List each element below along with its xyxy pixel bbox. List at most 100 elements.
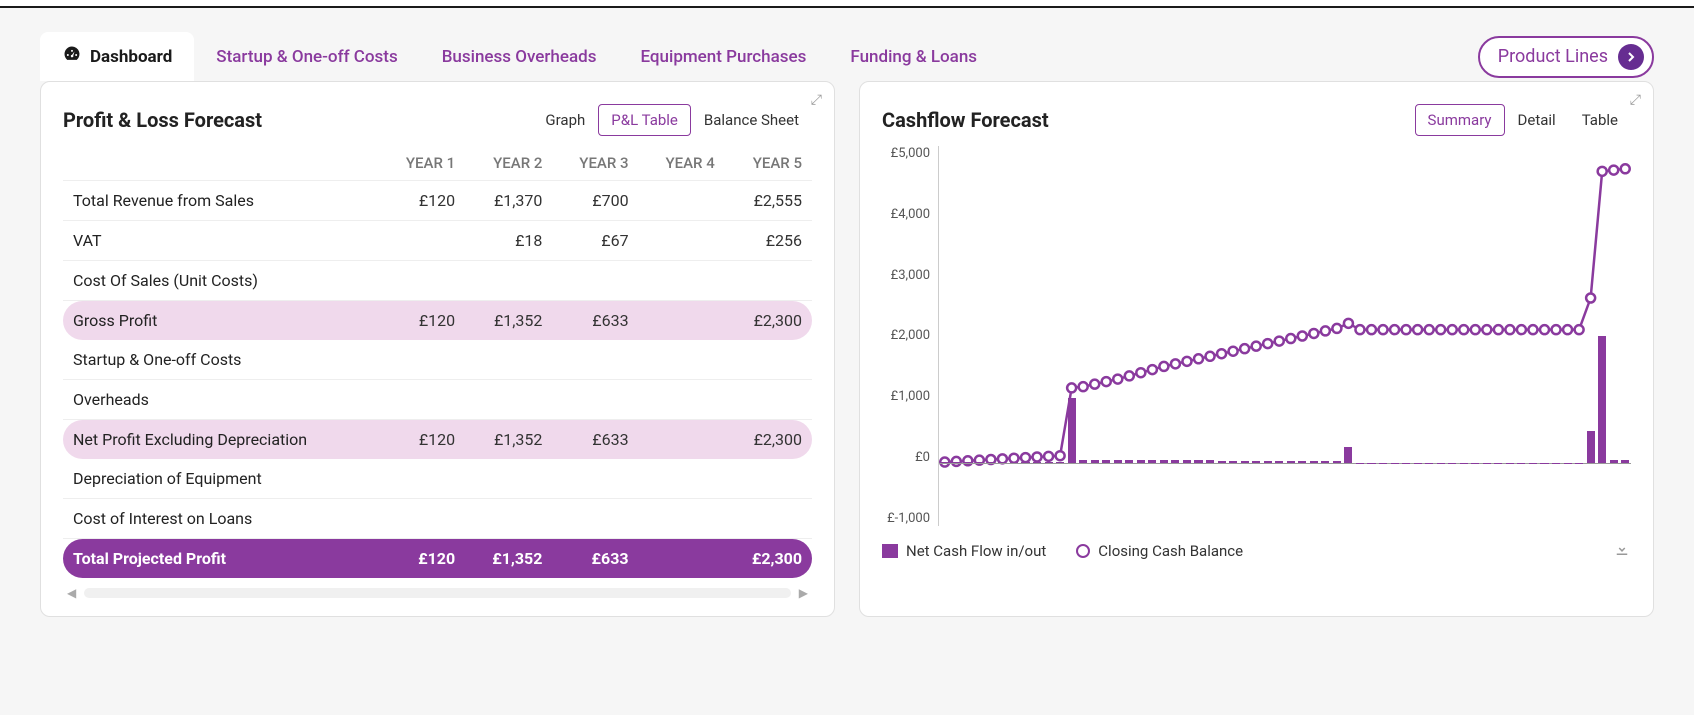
line-marker <box>1171 359 1180 368</box>
cf-card: ⤢ Cashflow Forecast Summary Detail Table… <box>859 81 1654 617</box>
top-divider <box>0 0 1694 8</box>
line-marker <box>1033 452 1042 461</box>
pl-cell <box>639 340 725 380</box>
line-marker <box>1286 334 1295 343</box>
pl-cell: £1,352 <box>465 420 552 460</box>
pl-cell: £18 <box>465 221 552 261</box>
pl-row: VAT£18£67£256 <box>63 221 812 261</box>
pl-row-label: Cost Of Sales (Unit Costs) <box>63 261 379 301</box>
pl-cell: £2,300 <box>725 301 812 341</box>
bar <box>1264 461 1272 463</box>
bar <box>1091 460 1099 463</box>
expand-icon[interactable]: ⤢ <box>811 92 822 108</box>
bar <box>1252 461 1260 463</box>
pl-view-graph[interactable]: Graph <box>532 104 598 136</box>
line-marker <box>1275 337 1284 346</box>
cf-view-summary[interactable]: Summary <box>1415 104 1505 136</box>
bar <box>1287 461 1295 463</box>
tab-funding-label: Funding & Loans <box>850 47 977 67</box>
tab-startup[interactable]: Startup & One-off Costs <box>194 35 419 79</box>
pl-view-balance[interactable]: Balance Sheet <box>691 104 812 136</box>
product-lines-button[interactable]: Product Lines <box>1478 36 1654 78</box>
line-marker <box>1298 332 1307 341</box>
bar <box>1275 461 1283 463</box>
legend-closing[interactable]: Closing Cash Balance <box>1076 542 1243 560</box>
scroll-left-icon[interactable]: ◀ <box>67 586 76 600</box>
pl-cell <box>379 380 465 420</box>
bar <box>1529 463 1537 464</box>
expand-icon[interactable]: ⤢ <box>1630 92 1641 108</box>
bar <box>987 462 995 463</box>
y-tick-label: £-1,000 <box>882 511 930 526</box>
bar <box>1540 463 1548 464</box>
line-marker <box>963 456 972 465</box>
line-marker <box>1252 342 1261 351</box>
pl-cell: £120 <box>379 181 465 221</box>
pl-col-header: YEAR 5 <box>725 146 812 181</box>
bar <box>1229 461 1237 463</box>
cf-view-detail[interactable]: Detail <box>1505 104 1569 136</box>
line-marker <box>1229 347 1238 356</box>
bar <box>1068 398 1076 463</box>
bar <box>1483 463 1491 464</box>
tab-overheads[interactable]: Business Overheads <box>420 35 619 79</box>
pl-row: Cost Of Sales (Unit Costs) <box>63 261 812 301</box>
pl-cell: £67 <box>552 221 638 261</box>
y-tick-label: £1,000 <box>882 389 930 404</box>
tab-funding[interactable]: Funding & Loans <box>828 35 999 79</box>
bar <box>941 462 949 463</box>
line-marker <box>1067 383 1076 392</box>
bar <box>1425 463 1433 464</box>
bar <box>1598 336 1606 463</box>
bar <box>1437 463 1445 464</box>
pl-row-label: Net Profit Excluding Depreciation <box>63 420 379 460</box>
cf-view-table[interactable]: Table <box>1569 104 1631 136</box>
tab-startup-label: Startup & One-off Costs <box>216 47 397 67</box>
pl-row-label: Gross Profit <box>63 301 379 341</box>
line-marker <box>1263 339 1272 348</box>
line-marker <box>1136 368 1145 377</box>
pl-col-header: YEAR 3 <box>552 146 638 181</box>
y-axis: £5,000£4,000£3,000£2,000£1,000£0£-1,000 <box>882 146 938 526</box>
scroll-right-icon[interactable]: ▶ <box>799 586 808 600</box>
line-marker <box>1390 325 1399 334</box>
bar <box>1494 463 1502 464</box>
bar <box>1564 463 1572 464</box>
tab-equipment[interactable]: Equipment Purchases <box>618 35 828 79</box>
pl-card: ⤢ Profit & Loss Forecast Graph P&L Table… <box>40 81 835 617</box>
pl-row: Total Revenue from Sales£120£1,370£700£2… <box>63 181 812 221</box>
bar <box>1045 462 1053 463</box>
bar <box>1137 460 1145 463</box>
line-marker <box>1125 371 1134 380</box>
pl-cell <box>639 221 725 261</box>
bar <box>1310 461 1318 463</box>
line-marker <box>1021 453 1030 462</box>
pl-cell <box>465 261 552 301</box>
bar <box>1321 461 1329 463</box>
pl-cell: £120 <box>379 420 465 460</box>
download-icon[interactable] <box>1613 540 1631 562</box>
line-marker <box>1079 382 1088 391</box>
legend: Net Cash Flow in/out Closing Cash Balanc… <box>882 540 1631 562</box>
pl-view-toggle: Graph P&L Table Balance Sheet <box>532 104 812 136</box>
bar <box>1171 460 1179 463</box>
bar <box>1367 463 1375 464</box>
bar <box>1160 460 1168 463</box>
line-marker <box>1056 451 1065 460</box>
pl-cell <box>552 499 638 539</box>
tab-dashboard[interactable]: Dashboard <box>40 32 194 81</box>
pl-row-label: Overheads <box>63 380 379 420</box>
pl-cell <box>639 261 725 301</box>
pl-cell <box>552 459 638 499</box>
legend-net[interactable]: Net Cash Flow in/out <box>882 542 1046 560</box>
pl-view-table[interactable]: P&L Table <box>598 104 691 136</box>
pl-cell: £120 <box>379 301 465 341</box>
pl-row: Net Profit Excluding Depreciation£120£1,… <box>63 420 812 460</box>
line-marker <box>1367 325 1376 334</box>
pl-cell: £2,300 <box>725 420 812 460</box>
bar <box>1448 463 1456 464</box>
pl-horizontal-scrollbar[interactable]: ◀ ▶ <box>63 586 812 600</box>
bar <box>1552 463 1560 464</box>
line-marker <box>1459 325 1468 334</box>
pl-cell: £633 <box>552 420 638 460</box>
